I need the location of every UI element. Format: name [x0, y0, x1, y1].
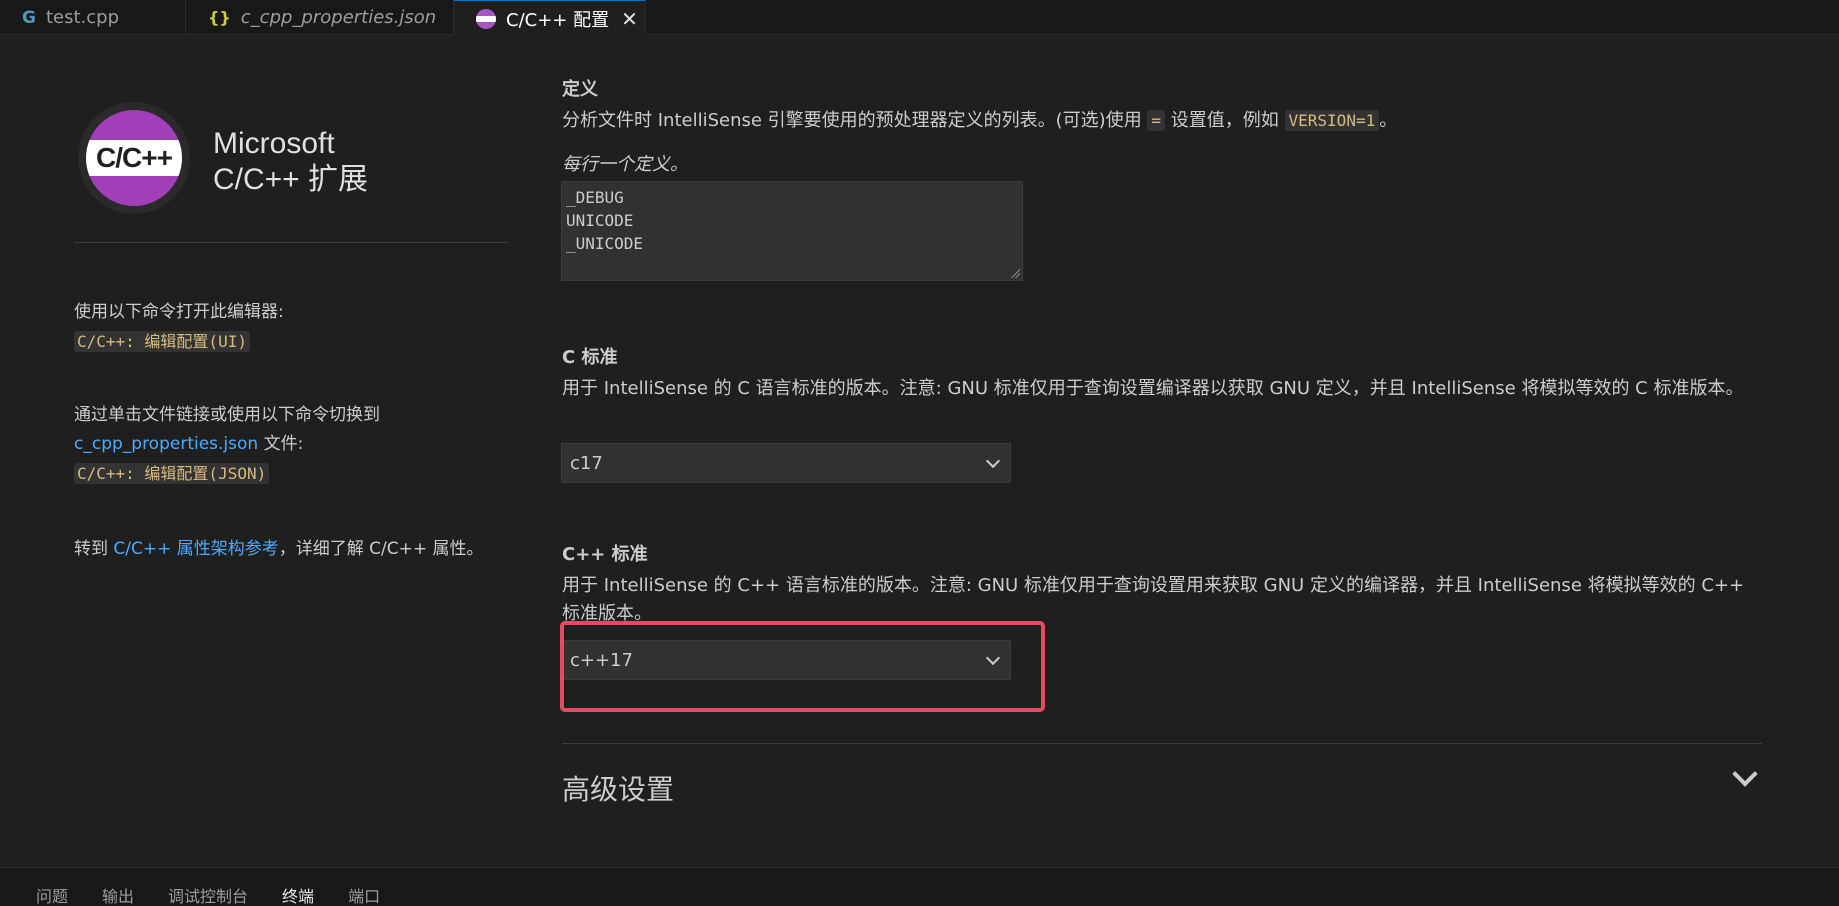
advanced-settings-title[interactable]: 高级设置 [562, 768, 674, 808]
open-editor-text: 使用以下命令打开此编辑器: [74, 302, 284, 322]
panel-tab-output[interactable]: 输出 [102, 883, 134, 906]
defines-textarea[interactable]: _DEBUG UNICODE _UNICODE [561, 181, 1023, 281]
highlight-box [560, 621, 1045, 712]
editor-window: G test.cpp {} c_cpp_properties.json C/C+… [0, 0, 1839, 906]
json-file-icon: {} [208, 8, 231, 27]
brand-line-2: C/C++ 扩展 [213, 163, 369, 196]
ref-suffix: ，详细了解 C/C++ 属性。 [278, 539, 484, 559]
panel-tab-debug-console[interactable]: 调试控制台 [168, 883, 248, 906]
tab-c-cpp-properties-json[interactable]: {} c_cpp_properties.json [186, 0, 454, 35]
c-standard-value: c17 [570, 452, 603, 474]
tab-test-cpp[interactable]: G test.cpp [0, 0, 186, 35]
cpp-standard-title: C++ 标准 [562, 544, 648, 565]
switch-json-command: C/C++: 编辑配置(JSON) [74, 463, 270, 484]
desc-text: 。 [1379, 110, 1398, 131]
brand-line-1: Microsoft [213, 127, 335, 160]
defines-title: 定义 [562, 79, 598, 100]
switch-suffix: 文件: [258, 434, 304, 454]
version-code: VERSION=1 [1284, 110, 1380, 131]
cpp-file-icon: G [22, 7, 36, 28]
panel-tab-bar: 问题 输出 调试控制台 终端 端口 [0, 867, 1839, 906]
schema-reference-note: 转到 C/C++ 属性架构参考，详细了解 C/C++ 属性。 [74, 535, 494, 564]
panel-tab-ports[interactable]: 端口 [348, 883, 380, 906]
defines-description: 分析文件时 IntelliSense 引擎要使用的预处理器定义的列表。(可选)使… [562, 107, 1762, 135]
c-standard-select[interactable]: c17 [561, 443, 1011, 483]
define-line: _UNICODE [566, 234, 644, 253]
close-icon[interactable]: ✕ [621, 9, 638, 29]
divider [562, 743, 1762, 744]
desc-text: 设置值，例如 [1165, 110, 1285, 131]
cpp-extension-logo: C/C++ [78, 102, 190, 214]
chevron-down-icon[interactable] [1732, 761, 1758, 787]
open-editor-command: C/C++: 编辑配置(UI) [74, 331, 250, 352]
c-standard-description: 用于 IntelliSense 的 C 语言标准的版本。注意: GNU 标准仅用… [562, 378, 1744, 399]
editor-tab-bar: G test.cpp {} c_cpp_properties.json C/C+… [0, 0, 1839, 36]
tab-label: c_cpp_properties.json [240, 7, 437, 28]
resize-handle[interactable] [1010, 268, 1020, 278]
tab-label: C/C++ 配置 [506, 9, 610, 31]
open-editor-note: 使用以下命令打开此编辑器: C/C++: 编辑配置(UI) [74, 298, 514, 357]
schema-reference-link[interactable]: C/C++ 属性架构参考 [113, 539, 278, 559]
switch-json-note: 通过单击文件链接或使用以下命令切换到 c_cpp_properties.json… [74, 401, 514, 489]
panel-tab-terminal[interactable]: 终端 [282, 883, 314, 906]
c-standard-title: C 标准 [562, 347, 618, 368]
desc-text: 分析文件时 IntelliSense 引擎要使用的预处理器定义的列表。(可选)使… [562, 110, 1148, 131]
chevron-down-icon [985, 453, 1001, 468]
define-line: _DEBUG [566, 188, 624, 207]
divider [74, 242, 509, 243]
equals-code: = [1147, 110, 1166, 131]
define-line: UNICODE [566, 211, 634, 230]
defines-hint: 每行一个定义。 [562, 154, 688, 175]
panel-tab-problems[interactable]: 问题 [36, 883, 68, 906]
tab-cpp-configuration[interactable]: C/C++ 配置 ✕ [454, 0, 646, 36]
cpp-standard-description: 用于 IntelliSense 的 C++ 语言标准的版本。注意: GNU 标准… [562, 575, 1745, 624]
switch-text: 通过单击文件链接或使用以下命令切换到 [74, 405, 380, 425]
tab-label: test.cpp [45, 7, 120, 28]
c-cpp-properties-link[interactable]: c_cpp_properties.json [74, 434, 258, 454]
extension-name: Microsoft C/C++ 扩展 [213, 126, 368, 198]
logo-text: C/C++ [86, 140, 182, 176]
cpp-extension-icon [476, 8, 496, 29]
ref-prefix: 转到 [74, 539, 114, 559]
